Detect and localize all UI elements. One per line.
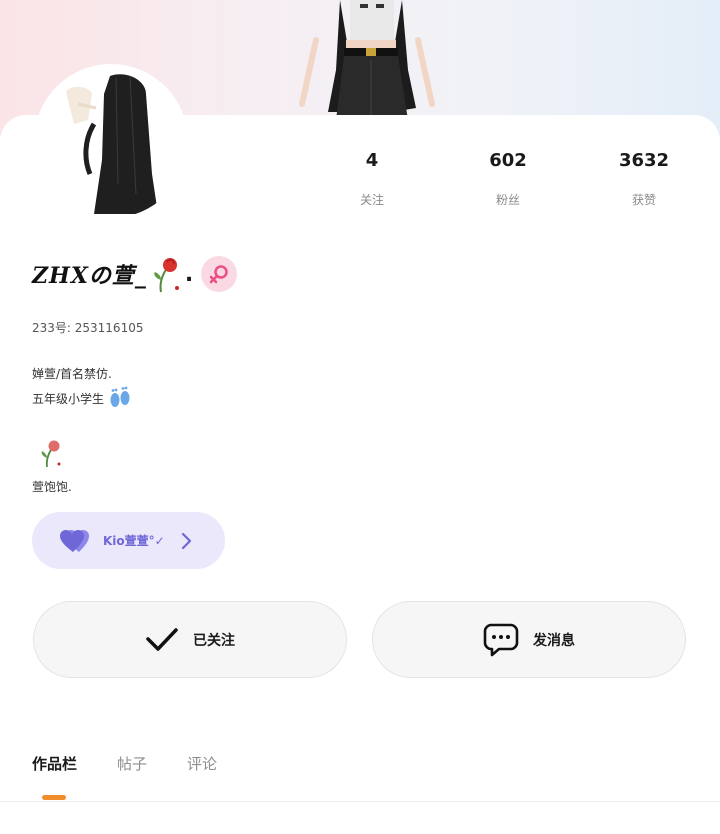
follow-button[interactable]: 已关注 xyxy=(33,601,347,678)
footprints-icon xyxy=(106,384,134,412)
bio-line-2: 五年级小学生 xyxy=(32,391,105,406)
bio-line-2-row: 五年级小学生 xyxy=(32,384,134,412)
followers-count: 602 xyxy=(489,150,527,171)
follow-label: 已关注 xyxy=(193,632,235,649)
following-label: 关注 xyxy=(359,193,384,207)
banner-character-image xyxy=(299,0,435,120)
active-tab-indicator xyxy=(42,795,66,800)
female-symbol-icon xyxy=(201,256,238,292)
avatar[interactable] xyxy=(34,64,188,218)
followers-label: 粉丝 xyxy=(495,193,520,207)
stat-followers[interactable]: 602 粉丝 xyxy=(458,150,558,208)
message-button[interactable]: 发消息 xyxy=(372,601,686,678)
double-heart-icon xyxy=(59,528,93,554)
bio-line-3: 萱饱饱. xyxy=(32,480,72,494)
username: ZHXの萱_ xyxy=(32,263,147,289)
tab-divider xyxy=(0,801,720,802)
chevron-right-icon xyxy=(179,532,193,550)
checkmark-icon xyxy=(145,627,179,653)
fan-group-name: Kio萱萱°✓ xyxy=(103,534,165,548)
fan-group-button[interactable]: Kio萱萱°✓ xyxy=(32,512,225,569)
likes-label: 获赞 xyxy=(631,193,656,207)
chat-bubble-icon xyxy=(483,623,519,657)
likes-count: 3632 xyxy=(618,150,670,171)
avatar-image xyxy=(66,74,158,214)
username-dot: . xyxy=(184,261,194,287)
tab-comments[interactable]: 评论 xyxy=(187,753,217,774)
bio-line-1: 婵萱/首名禁仿. xyxy=(32,367,112,381)
wilted-rose-icon xyxy=(149,254,183,294)
user-id: 233号: 253116105 xyxy=(32,321,144,335)
username-row: ZHXの萱_ . xyxy=(32,254,238,294)
tab-works[interactable]: 作品栏 xyxy=(32,753,77,774)
profile-card xyxy=(0,115,720,834)
following-count: 4 xyxy=(365,150,379,171)
message-label: 发消息 xyxy=(533,632,575,649)
stat-following[interactable]: 4 关注 xyxy=(322,150,422,208)
stat-likes[interactable]: 3632 获赞 xyxy=(594,150,694,208)
wilted-rose-icon xyxy=(38,438,64,468)
tab-posts[interactable]: 帖子 xyxy=(117,753,147,774)
